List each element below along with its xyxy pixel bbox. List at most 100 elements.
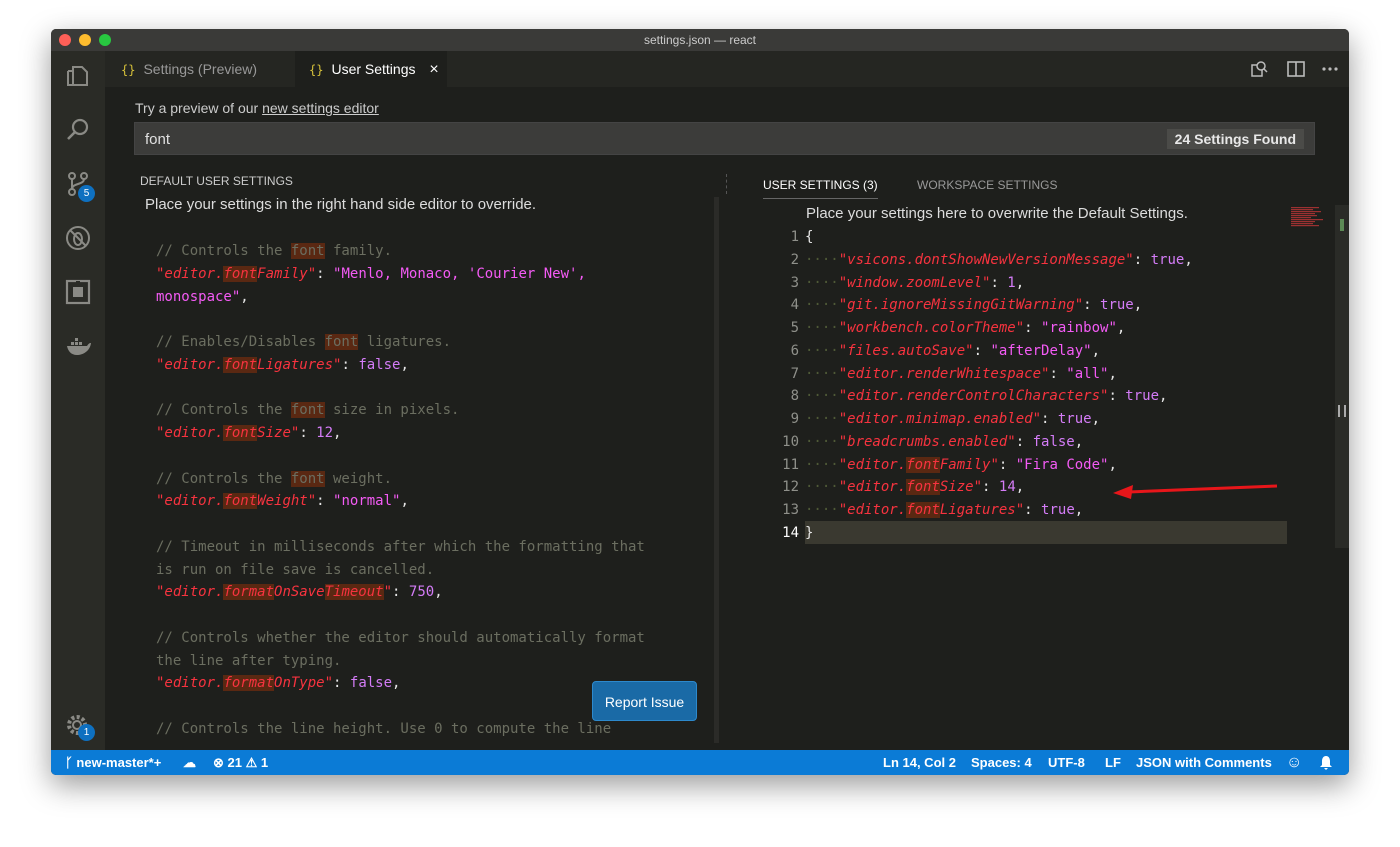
code-line: "editor.formatOnType": false, [156,672,400,695]
code-token: is run on file save is cancelled. [156,561,435,578]
notifications-bell-icon[interactable] [1319,755,1333,770]
minimap[interactable] [1287,205,1327,229]
code-token: : [973,342,991,359]
vscode-window: settings.json — react 5 1 {} Settings (Pr… [51,29,1349,775]
scm-badge: 5 [78,185,95,202]
code-token: font [290,402,325,419]
window-title: settings.json — react [643,33,757,47]
code-token: OnType" [274,675,334,692]
json-file-icon: {} [309,63,324,77]
line-number: 11 [782,456,799,473]
cursor-position[interactable]: Ln 14, Col 2 [883,750,956,775]
scrollbar-thumb[interactable] [1338,405,1346,417]
code-line: ····"editor.fontLigatures": true, [805,499,1083,522]
file-encoding[interactable]: UTF-8 [1048,750,1085,775]
new-settings-editor-link[interactable]: new settings editor [262,100,379,116]
more-actions-icon[interactable] [1322,67,1338,71]
code-token: "editor. [838,479,907,496]
feedback-smiley-icon[interactable]: ☺ [1286,750,1302,775]
code-token: : [990,274,1008,291]
debug-icon[interactable] [65,225,91,251]
code-token: false [349,675,393,692]
code-line: ····"editor.renderControlCharacters": tr… [805,385,1167,408]
code-token: size in pixels. [324,402,460,419]
code-token: "editor.renderWhitespace" [838,365,1050,382]
right-editor-scrollbar[interactable] [1335,205,1349,548]
code-token: , [1074,502,1084,518]
branch-indicator[interactable]: ᚴ new-master*+ [65,750,161,775]
code-token: , [1091,342,1101,359]
tab-settings-preview[interactable]: {} Settings (Preview) [105,51,291,87]
search-icon[interactable] [65,117,91,143]
code-token: "files.autoSave" [838,342,974,359]
explorer-icon[interactable] [65,63,91,89]
code-token: 14 [998,479,1016,496]
code-token: "rainbow" [1041,320,1117,336]
code-token: ···· [805,251,839,268]
code-token: monospace" [156,288,241,305]
code-token: true [1057,411,1092,427]
code-token: true [1150,251,1185,268]
code-token: , [1015,479,1025,496]
editor-tab-bar: {} Settings (Preview) {} User Settings × [105,51,1349,87]
warning-icon: ⚠ [241,755,261,770]
language-mode[interactable]: JSON with Comments [1136,750,1272,775]
code-token: false [358,356,401,373]
default-settings-title: DEFAULT USER SETTINGS [140,174,293,188]
tab-label: Settings (Preview) [143,61,258,77]
settings-search-input[interactable] [145,129,1045,149]
code-line: monospace", [156,286,249,309]
code-token: : [1024,320,1042,336]
code-token: : [316,265,334,282]
code-token: the line after typing. [156,652,342,669]
extensions-icon[interactable] [65,279,91,305]
code-token: , [1159,388,1168,405]
code-line: ····"editor.fontSize": 14, [805,476,1024,499]
minimize-window-button[interactable] [79,34,91,46]
end-of-line[interactable]: LF [1105,750,1121,775]
docker-icon[interactable] [65,333,91,359]
code-line: ····"editor.fontFamily": "Fira Code", [805,454,1117,477]
code-token: family. [324,243,393,259]
code-token: // Controls the [156,470,291,487]
code-token: "editor. [838,456,907,473]
code-token: "editor. [156,584,224,601]
tab-user-settings[interactable]: {} User Settings × [295,51,447,87]
code-token: true [1100,297,1134,314]
code-token: "vsicons.dontShowNewVersionMessage" [838,251,1134,268]
report-issue-button[interactable]: Report Issue [592,681,697,721]
zoom-window-button[interactable] [99,34,111,46]
red-annotation-arrow [1113,484,1278,499]
tab-user-settings-scope[interactable]: USER SETTINGS (3) [763,178,878,199]
line-number: 6 [790,342,799,359]
problems-indicator[interactable]: ⊗ 21 ⚠ 1 [213,750,268,775]
activity-bar: 5 1 [51,51,105,750]
indentation[interactable]: Spaces: 4 [971,750,1032,775]
code-token: , [1091,411,1101,427]
code-line: ····"breadcrumbs.enabled": false, [805,431,1083,454]
code-token: ···· [805,274,839,291]
split-editor-icon[interactable] [1287,61,1305,77]
code-line: ····"workbench.colorTheme": "rainbow", [805,317,1125,340]
code-token: , [400,493,409,510]
code-line: // Controls the font weight. [156,468,392,491]
close-tab-icon[interactable]: × [429,61,438,78]
code-token: , [392,675,401,692]
preview-hint: Try a preview of our new settings editor [135,100,379,116]
sync-icon[interactable]: ☁ [183,750,196,775]
code-token: ···· [805,365,839,382]
code-token: true [1125,388,1160,405]
code-token: false [1032,433,1075,450]
code-token: "editor. [838,502,907,518]
open-changes-icon[interactable] [1250,60,1268,78]
code-line: // Controls whether the editor should au… [156,627,645,650]
code-token: " [383,584,393,601]
code-token: "git.ignoreMissingGitWarning" [838,297,1084,314]
close-window-button[interactable] [59,34,71,46]
code-token: OnSave [274,584,325,601]
code-token: 12 [316,425,334,441]
code-token: "workbench.colorTheme" [838,320,1025,336]
tab-workspace-settings[interactable]: WORKSPACE SETTINGS [917,178,1057,192]
code-token: Weight" [257,493,317,510]
left-editor-scrollbar[interactable] [714,197,719,743]
